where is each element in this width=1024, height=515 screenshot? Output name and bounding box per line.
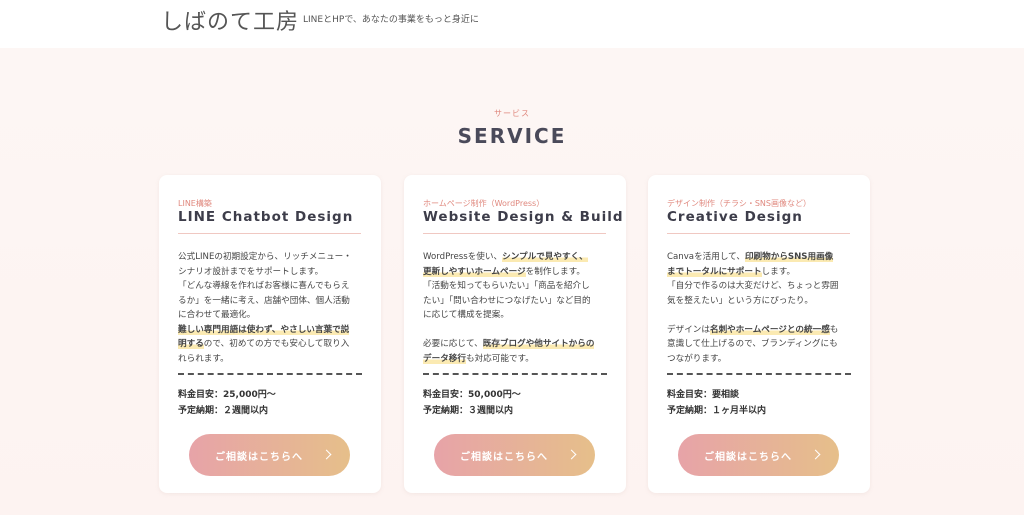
description-line: 意識して仕上げるので、ブランディングにも <box>667 337 853 352</box>
service-card-website: ホームページ制作（WordPress） Website Design & Bui… <box>404 175 626 493</box>
description-text: も対応可能です。 <box>465 353 534 364</box>
description-text: に応じて構成を提案。 <box>423 310 509 320</box>
description-text: も <box>829 324 839 335</box>
highlighted-text: 更新しやすいホームページ <box>423 266 526 277</box>
card-divider <box>667 233 850 234</box>
description-text: つながります。 <box>667 353 727 364</box>
description-text: を制作します。 <box>525 266 585 277</box>
site-title[interactable]: しばのて工房 <box>161 4 299 36</box>
description-line: 難しい専門用語は使わず、やさしい言葉で説 <box>178 323 364 338</box>
description-text: 意識して仕上げるので、ブランディングにも <box>667 339 838 349</box>
site-header: しばのて工房 LINEとHPで、あなたの事業をもっと身近に <box>0 0 1024 48</box>
highlighted-text: データ移行 <box>423 353 466 364</box>
highlighted-text: 難しい専門用語は使わず、やさしい言葉で説 <box>178 324 350 335</box>
highlighted-text: シンプルで見やすく、 <box>502 252 588 262</box>
section-title: SERVICE <box>457 124 567 148</box>
description-text: Canvaを活用して、 <box>667 252 745 262</box>
description-line: 「どんな導線を作ればお客様に喜んでもらえ <box>178 279 364 294</box>
card-description: 公式LINEの初期設定から、リッチメニュー・ シナリオ設計までをサポートします。「… <box>178 250 364 366</box>
description-line: れられます。 <box>178 352 364 367</box>
card-category: デザイン制作（チラシ・SNS画像など） <box>667 199 811 208</box>
description-line: つながります。 <box>667 352 853 367</box>
consult-button-label: ご相談はこちらへ <box>215 452 303 463</box>
description-line: 「自分で作るのは大変だけど、ちょっと雰囲 <box>667 279 853 294</box>
highlighted-text: 名刺やホームページとの統一感 <box>709 324 830 335</box>
description-line: 更新しやすいホームページを制作します。 <box>423 265 609 280</box>
description-line: 「活動を知ってもらいたい」「商品を紹介し <box>423 279 609 294</box>
card-dashed-divider <box>667 373 851 375</box>
section-subtitle: サービス <box>494 109 530 118</box>
description-line: るか」を一緒に考え、店舗や団体、個人活動 <box>178 294 364 309</box>
description-text: ので、初めての方でも安心して取り入 <box>203 339 350 349</box>
description-text: に合わせて最適化。 <box>178 310 256 320</box>
card-description: Canvaを活用して、印刷物からSNS用画像 までトータルにサポートします。 「自分… <box>667 250 853 366</box>
description-text: WordPressを使い、 <box>423 252 503 262</box>
description-text: るか」を一緒に考え、店舗や団体、個人活動 <box>178 295 350 306</box>
card-title: LINE Chatbot Design <box>178 209 354 225</box>
consult-button-creative[interactable]: ご相談はこちらへ <box>678 434 839 476</box>
card-dashed-divider <box>178 373 362 375</box>
description-line: 気を整えたい」という方にぴったり。 <box>667 294 853 309</box>
description-text: れられます。 <box>178 353 229 364</box>
service-section: サービス SERVICE LINE構築 LINE Chatbot Design … <box>0 48 1024 515</box>
card-price: 料金目安：25,000円〜 <box>178 390 276 400</box>
description-text: 「どんな導線を作ればお客様に喜んでもらえ <box>178 281 350 291</box>
description-line: シナリオ設計までをサポートします。 <box>178 265 364 280</box>
site-tagline: LINEとHPで、あなたの事業をもっと身近に <box>303 15 479 25</box>
consult-button-label: ご相談はこちらへ <box>704 452 792 463</box>
description-line: 明するので、初めての方でも安心して取り入 <box>178 337 364 352</box>
description-line: デザインは名刺やホームページとの統一感も <box>667 323 853 338</box>
card-price: 料金目安：50,000円〜 <box>423 390 521 400</box>
service-card-creative: デザイン制作（チラシ・SNS画像など） Creative Design Canv… <box>648 175 870 493</box>
description-line: に応じて構成を提案。 <box>423 308 609 323</box>
description-line: に合わせて最適化。 <box>178 308 364 323</box>
description-text: 公式LINEの初期設定から、リッチメニュー・ <box>178 252 352 262</box>
description-line: Canvaを活用して、印刷物からSNS用画像 <box>667 250 853 265</box>
description-line: たい」「問い合わせにつなげたい」など目的 <box>423 294 609 309</box>
highlighted-text: 明する <box>178 339 204 349</box>
description-text: 必要に応じて、 <box>423 339 483 349</box>
card-title: Website Design & Build <box>423 209 624 225</box>
highlighted-text: までトータルにサポート <box>667 266 762 277</box>
description-text: 「自分で作るのは大変だけど、ちょっと雰囲 <box>667 281 839 291</box>
consult-button-line[interactable]: ご相談はこちらへ <box>189 434 350 476</box>
description-line: までトータルにサポートします。 <box>667 265 853 280</box>
description-text: シナリオ設計までをサポートします。 <box>178 266 324 277</box>
description-text: たい」「問い合わせにつなげたい」など目的 <box>423 295 591 306</box>
card-divider <box>423 233 606 234</box>
card-delivery-period: 予定納期：３週間以内 <box>423 406 514 416</box>
description-line <box>667 308 853 323</box>
card-delivery-period: 予定納期：１ヶ月半以内 <box>667 406 767 416</box>
card-dashed-divider <box>423 373 607 375</box>
card-price: 料金目安：要相談 <box>667 390 740 400</box>
consult-button-label: ご相談はこちらへ <box>460 452 548 463</box>
description-text: デザインは <box>667 324 710 335</box>
description-line <box>423 323 609 338</box>
description-line: データ移行も対応可能です。 <box>423 352 609 367</box>
description-line: WordPressを使い、シンプルで見やすく、 <box>423 250 609 265</box>
card-title: Creative Design <box>667 209 803 225</box>
description-line: 公式LINEの初期設定から、リッチメニュー・ <box>178 250 364 265</box>
card-category: LINE構築 <box>178 199 212 208</box>
description-text: 「活動を知ってもらいたい」「商品を紹介し <box>423 281 590 291</box>
consult-button-website[interactable]: ご相談はこちらへ <box>434 434 595 476</box>
card-category: ホームページ制作（WordPress） <box>423 199 545 208</box>
highlighted-text: 印刷物からSNS用画像 <box>744 252 834 262</box>
description-line: 必要に応じて、既存ブログや他サイトからの <box>423 337 609 352</box>
card-divider <box>178 233 361 234</box>
card-description: WordPressを使い、シンプルで見やすく、 更新しやすいホームページを制作しま… <box>423 250 609 366</box>
description-text: 気を整えたい」という方にぴったり。 <box>667 295 813 306</box>
description-text: します。 <box>761 266 796 277</box>
service-card-line: LINE構築 LINE Chatbot Design 公式LINEの初期設定から… <box>159 175 381 493</box>
card-delivery-period: 予定納期：２週間以内 <box>178 406 269 416</box>
highlighted-text: 既存ブログや他サイトからの <box>482 339 595 349</box>
